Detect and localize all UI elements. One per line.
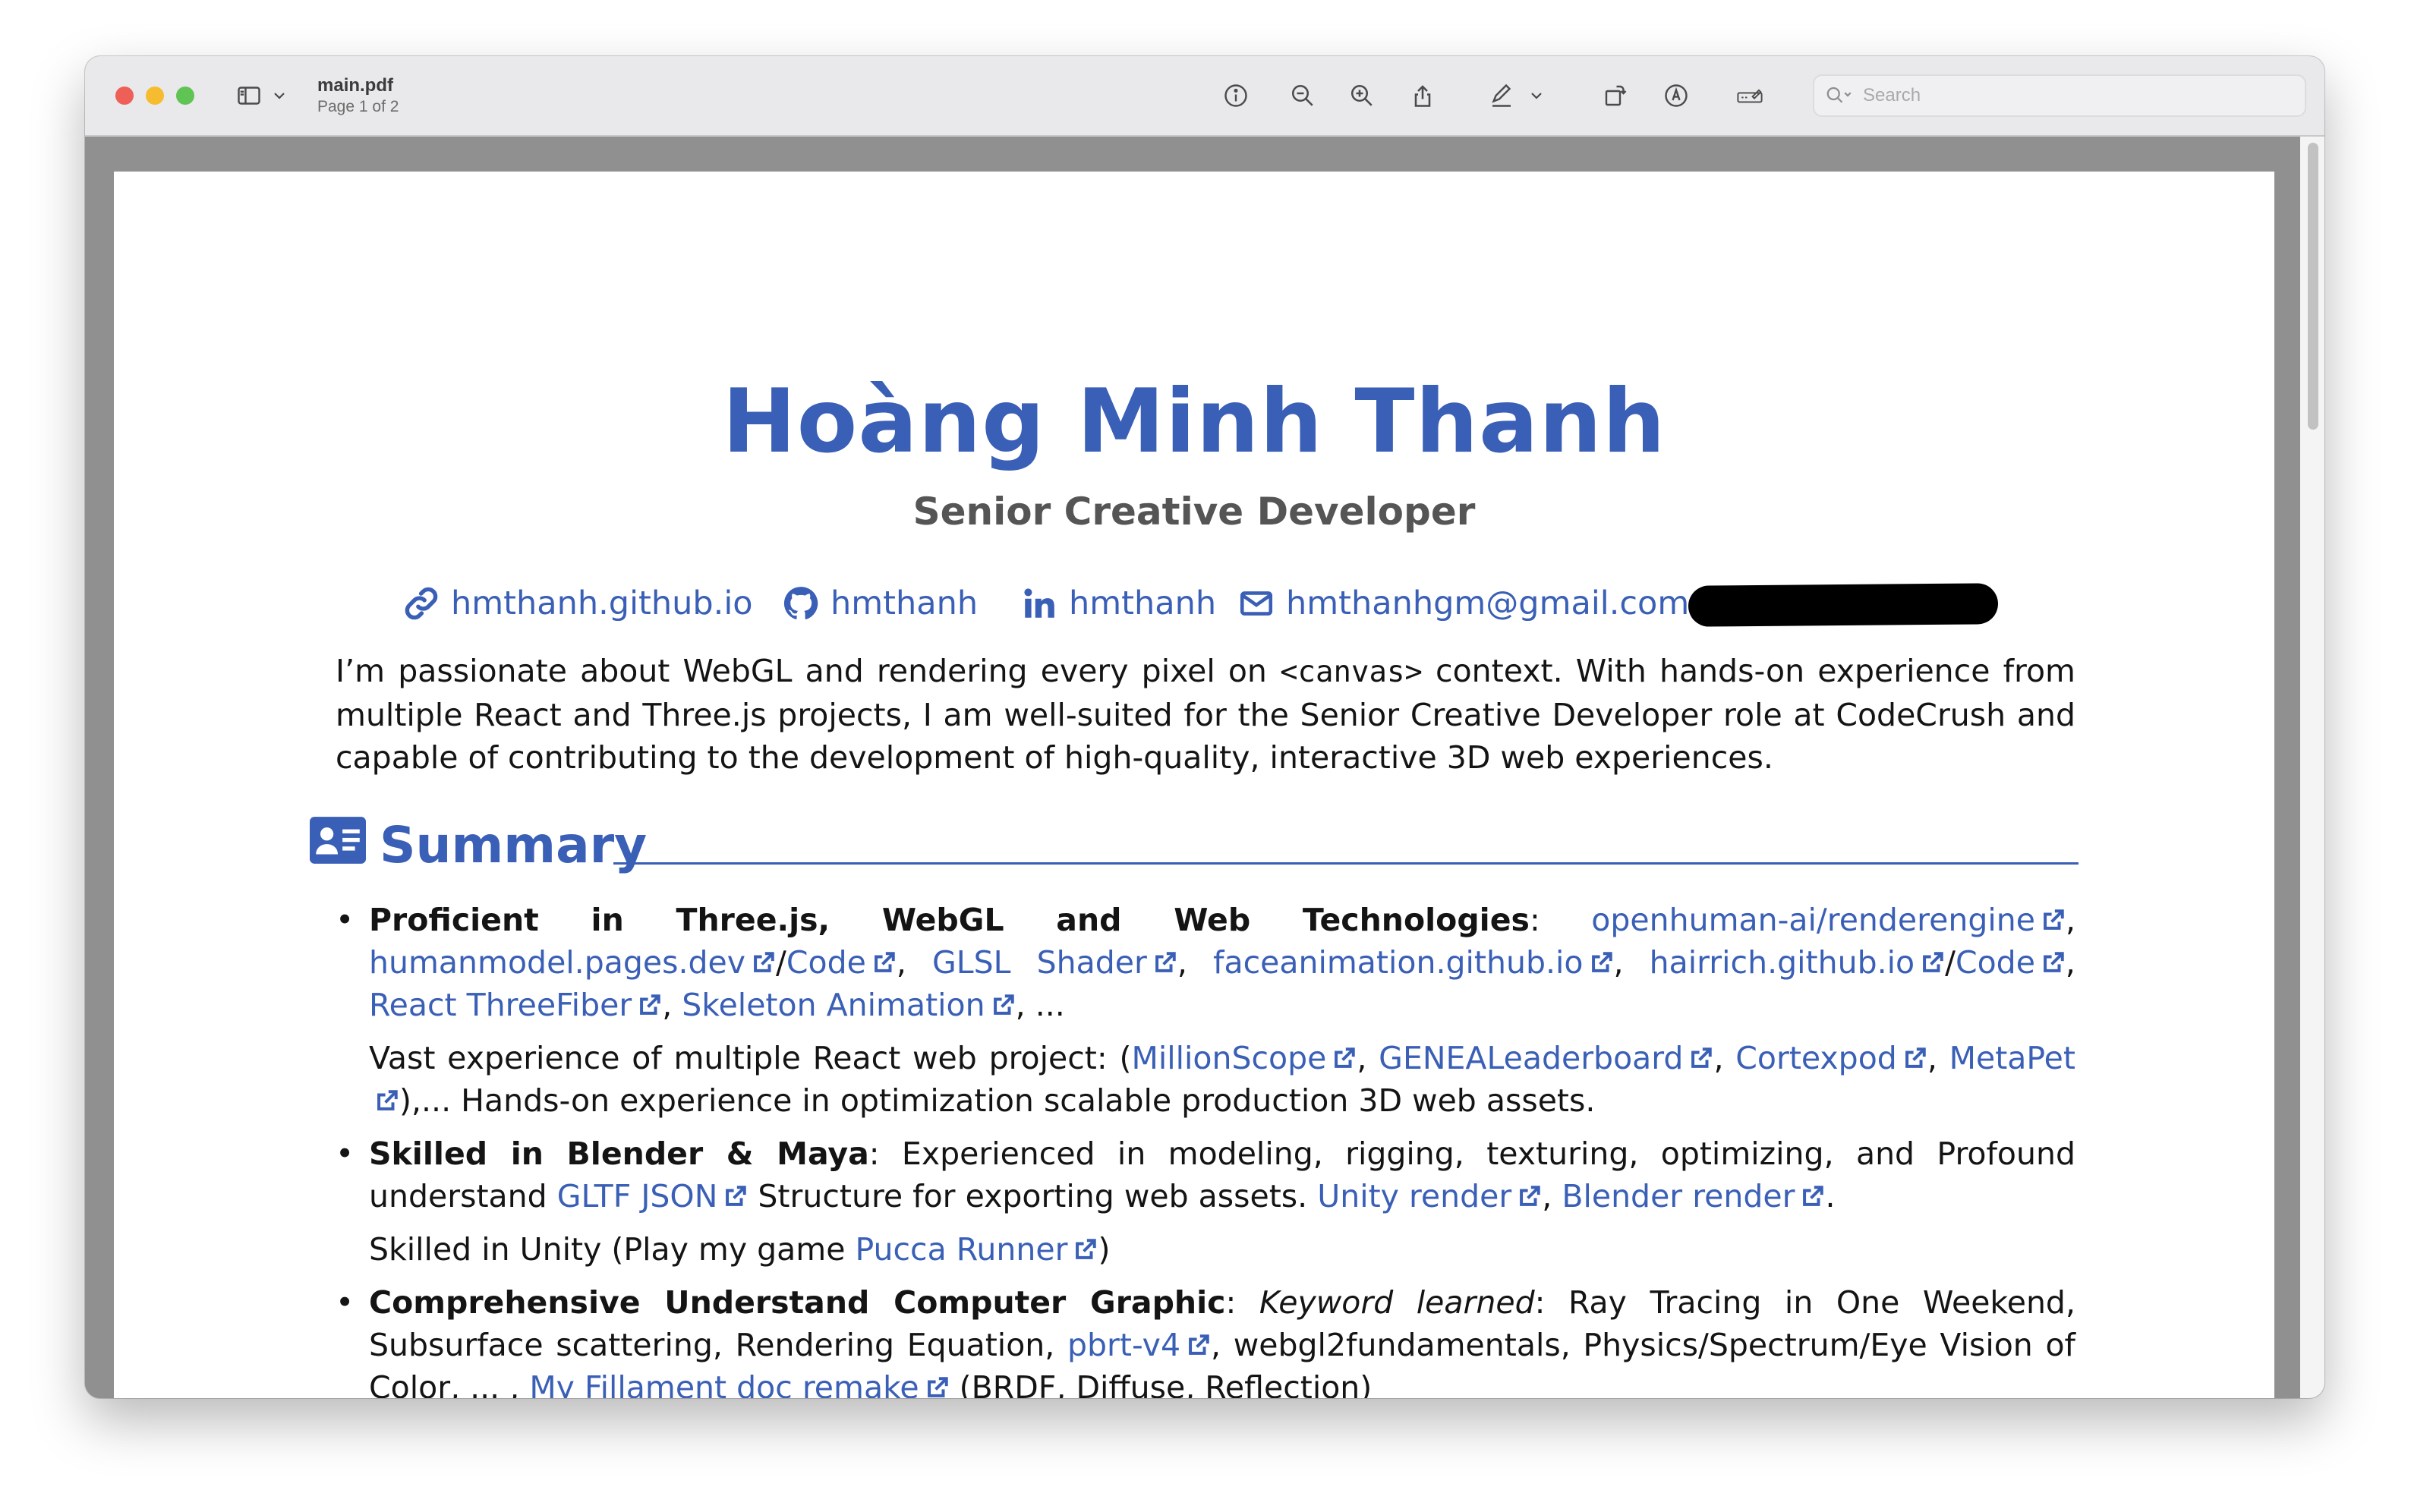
bullet: • <box>336 1284 355 1321</box>
website-text: hmthanh.github.io <box>451 584 753 622</box>
faceanimation-link[interactable]: faceanimation.github.io <box>1213 944 1613 981</box>
blender-render-link[interactable]: Blender render <box>1562 1178 1825 1214</box>
zoom-window-button[interactable] <box>176 87 194 105</box>
contact-row: hmthanh.github.io hmthanh hmthanh hmthan… <box>114 577 2274 630</box>
renderengine-link[interactable]: openhuman-ai/renderengine <box>1591 902 2066 938</box>
envelope-icon <box>1240 591 1273 616</box>
document-title: main.pdf Page 1 of 2 <box>317 74 399 117</box>
external-link-icon <box>1076 1239 1097 1259</box>
list-item: • Comprehensive Understand Computer Grap… <box>336 1281 2075 1398</box>
external-link-icon <box>1155 952 1176 972</box>
external-link-icon <box>640 994 660 1015</box>
list-item: • Skilled in Blender & Maya: Experienced… <box>336 1132 2075 1271</box>
share-icon[interactable] <box>1407 80 1438 111</box>
minimize-window-button[interactable] <box>146 87 164 105</box>
list-item: • Proficient in Three.js, WebGL and Web … <box>336 899 2075 1122</box>
email-text: hmthanhgm@gmail.com <box>1286 584 1690 622</box>
external-link-icon <box>1520 1186 1540 1206</box>
genealeaderboard-link[interactable]: GENEALeaderboard <box>1379 1040 1713 1076</box>
pucca-runner-link[interactable]: Pucca Runner <box>856 1231 1098 1268</box>
linkedin-icon <box>1024 588 1054 618</box>
markup-icon[interactable] <box>1661 80 1691 111</box>
external-link-icon <box>1905 1047 1926 1068</box>
page-indicator: Page 1 of 2 <box>317 98 399 115</box>
external-link-icon <box>377 1090 398 1110</box>
skeleton-animation-link[interactable]: Skeleton Animation <box>682 987 1015 1023</box>
zoom-in-icon[interactable] <box>1347 80 1377 111</box>
summary-list: • Proficient in Three.js, WebGL and Web … <box>336 899 2075 1398</box>
sidebar-toggle-icon[interactable] <box>234 80 264 111</box>
external-link-icon <box>726 1186 747 1206</box>
preview-window: main.pdf Page 1 of 2 Search Hoàng Minh T… <box>85 56 2324 1398</box>
chevron-down-icon[interactable] <box>1527 80 1546 111</box>
pdf-page: Hoàng Minh Thanh Senior Creative Develop… <box>114 172 2274 1398</box>
vertical-scrollbar[interactable] <box>2300 137 2324 1398</box>
gltf-json-link[interactable]: GLTF JSON <box>557 1178 749 1214</box>
external-link-icon <box>2044 909 2064 930</box>
summary-heading: Summary <box>310 812 2079 880</box>
document-viewer[interactable]: Hoàng Minh Thanh Senior Creative Develop… <box>85 137 2324 1398</box>
chevron-down-icon[interactable] <box>270 80 288 111</box>
external-link-icon <box>874 952 895 972</box>
resume-name: Hoàng Minh Thanh <box>722 370 1666 473</box>
external-link-icon <box>927 1377 948 1397</box>
link-icon <box>405 587 438 620</box>
redacted-phone <box>1688 583 1999 627</box>
search-field[interactable] <box>1813 74 2306 117</box>
hairrich-link[interactable]: hairrich.github.io <box>1650 944 1945 981</box>
search-icon <box>1825 84 1855 107</box>
external-link-icon <box>1803 1186 1824 1206</box>
email-link[interactable]: hmthanhgm@gmail.com <box>1237 577 1689 630</box>
external-link-icon <box>1923 952 1943 972</box>
file-name: main.pdf <box>317 75 393 96</box>
form-fill-icon[interactable] <box>1731 80 1769 111</box>
react-threefiber-link[interactable]: React ThreeFiber <box>369 987 662 1023</box>
cortexpod-link[interactable]: Cortexpod <box>1735 1040 1927 1076</box>
glsl-shader-link[interactable]: GLSL Shader <box>932 944 1177 981</box>
close-window-button[interactable] <box>115 87 134 105</box>
linkedin-text: hmthanh <box>1069 584 1217 622</box>
zoom-out-icon[interactable] <box>1287 80 1318 111</box>
unity-render-link[interactable]: Unity render <box>1317 1178 1542 1214</box>
canvas-code: <canvas> <box>1280 655 1423 689</box>
github-text: hmthanh <box>830 584 979 622</box>
intro-paragraph: I’m passionate about WebGL and rendering… <box>336 653 2075 776</box>
search-input[interactable] <box>1861 84 2290 107</box>
external-link-icon <box>2044 952 2064 972</box>
humanmodel-code-link[interactable]: Code <box>786 944 897 981</box>
pbrt-v4-link[interactable]: pbrt-v4 <box>1067 1327 1211 1363</box>
github-link[interactable]: hmthanh <box>782 577 978 630</box>
external-link-icon <box>1189 1334 1209 1355</box>
scrollbar-thumb[interactable] <box>2308 143 2318 430</box>
info-icon[interactable] <box>1221 80 1251 111</box>
title-bar: main.pdf Page 1 of 2 <box>85 56 2324 137</box>
external-link-icon <box>1691 1047 1713 1068</box>
bullet: • <box>336 1136 355 1172</box>
bullet: • <box>336 902 355 938</box>
linkedin-link[interactable]: hmthanh <box>1020 577 1216 630</box>
external-link-icon <box>993 994 1014 1015</box>
external-link-icon <box>1335 1047 1356 1068</box>
id-card-icon <box>310 817 366 864</box>
external-link-icon <box>1591 952 1612 972</box>
fillament-doc-link[interactable]: My Fillament doc remake <box>529 1369 949 1398</box>
highlight-pen-icon[interactable] <box>1486 80 1517 111</box>
summary-title: Summary <box>380 816 648 874</box>
millionscope-link[interactable]: MillionScope <box>1131 1040 1357 1076</box>
github-icon <box>783 587 818 619</box>
resume-role: Senior Creative Developer <box>912 490 1476 534</box>
hairrich-code-link[interactable]: Code <box>1956 944 2066 981</box>
website-link[interactable]: hmthanh.github.io <box>402 577 753 630</box>
section-divider <box>613 862 2079 865</box>
external-link-icon <box>754 952 774 972</box>
humanmodel-link[interactable]: humanmodel.pages.dev <box>369 944 776 981</box>
rotate-icon[interactable] <box>1600 80 1631 111</box>
